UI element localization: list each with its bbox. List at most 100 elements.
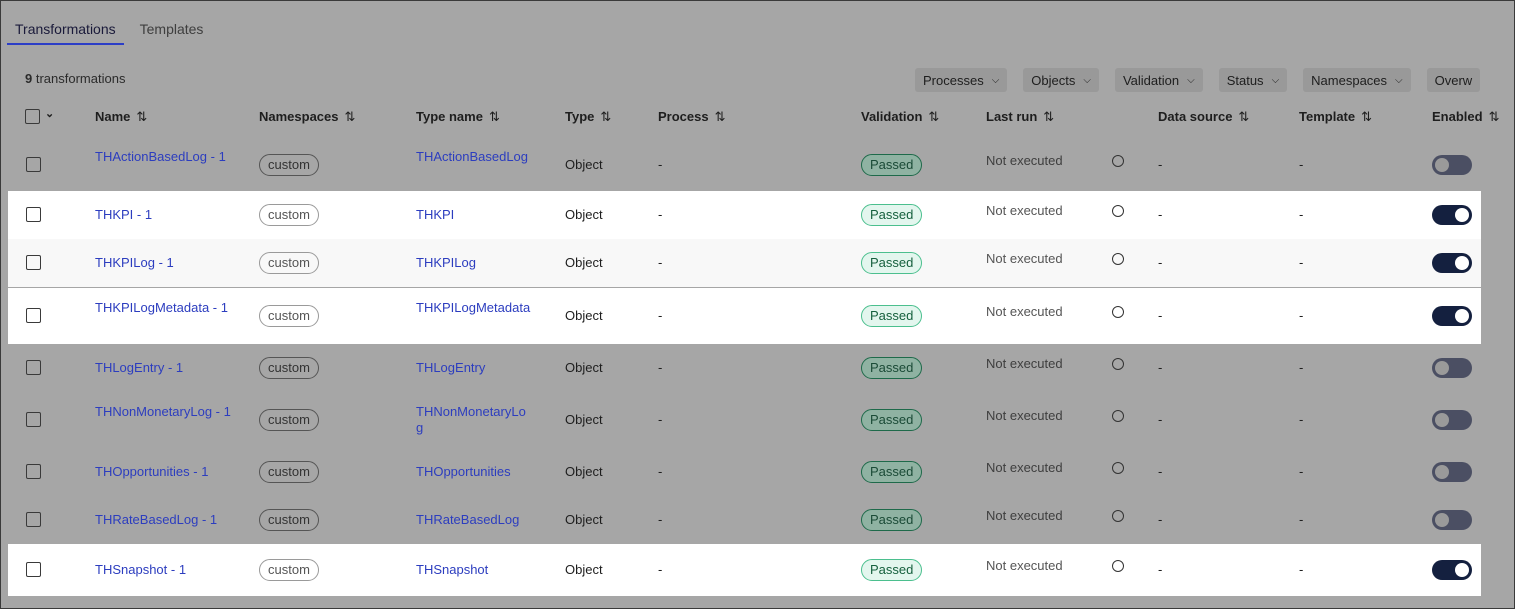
row-template: -: [1299, 562, 1304, 577]
tab-transformations[interactable]: Transformations: [7, 19, 124, 45]
column-header-template[interactable]: Template ⇅: [1299, 109, 1372, 125]
chevron-down-icon: ⌵: [1395, 74, 1403, 86]
header-label: Validation: [861, 109, 923, 124]
table-row[interactable]: THActionBasedLog - 1 custom THActionBasedL…: [1, 140, 1514, 190]
row-checkbox[interactable]: [26, 360, 41, 375]
column-header-data-source[interactable]: Data source ⇅: [1158, 109, 1249, 125]
row-last-run: Not executed: [986, 153, 1063, 168]
row-name-link[interactable]: THActionBasedLog - 1: [95, 149, 235, 165]
row-type: Object: [565, 255, 603, 270]
table-row[interactable]: THKPILog - 1 custom THKPILog Object - Passed N…: [8, 239, 1481, 287]
row-type-name-link[interactable]: THNonMonetaryLog: [416, 404, 531, 436]
filter-label: Validation: [1122, 72, 1180, 88]
table-row[interactable]: THLogEntry - 1 custom THLogEntry Object - Pas…: [1, 344, 1514, 392]
enabled-toggle[interactable]: [1432, 410, 1472, 430]
row-name-link[interactable]: THOpportunities - 1: [95, 464, 208, 480]
status-circle-icon: [1112, 410, 1124, 422]
table-row[interactable]: THRateBasedLog - 1 custom THRateBasedLog Ob…: [1, 496, 1514, 544]
enabled-toggle[interactable]: [1432, 155, 1472, 175]
row-process: -: [658, 512, 663, 527]
row-type-name-link[interactable]: THKPILogMetadata: [416, 300, 531, 316]
row-type-name-link[interactable]: THSnapshot: [416, 562, 488, 578]
row-checkbox[interactable]: [26, 512, 41, 527]
table-row[interactable]: THNonMonetaryLog - 1 custom THNonMonetaryL…: [1, 392, 1514, 448]
header-label: Last run: [986, 109, 1038, 124]
select-menu-chevron-icon[interactable]: ⌄: [45, 107, 54, 120]
enabled-toggle[interactable]: [1432, 306, 1472, 326]
filter-label: Objects: [1031, 72, 1076, 88]
table-row[interactable]: THKPILogMetadata - 1 custom THKPILogMetada…: [8, 288, 1481, 344]
validation-status-badge: Passed: [861, 357, 923, 379]
header-label: Namespaces: [259, 109, 339, 124]
row-checkbox[interactable]: [26, 207, 41, 222]
transformations-page: Transformations Templates 9 transformati…: [0, 0, 1515, 609]
filter-objects[interactable]: Objects ⌵: [1023, 68, 1099, 92]
row-name-link[interactable]: THSnapshot - 1: [95, 562, 186, 578]
row-type: Object: [565, 207, 603, 222]
tab-bar: Transformations Templates: [7, 19, 219, 45]
sort-icon: ⇅: [344, 109, 356, 124]
filter-label: Overw: [1434, 72, 1473, 88]
row-name-link[interactable]: THKPILogMetadata - 1: [95, 300, 235, 316]
row-checkbox[interactable]: [26, 157, 41, 172]
table-row[interactable]: THKPI - 1 custom THKPI Object - Passed Not exe…: [8, 191, 1481, 239]
row-type: Object: [565, 308, 603, 323]
row-template: -: [1299, 512, 1304, 527]
validation-status-badge: Passed: [861, 154, 923, 176]
validation-status-badge: Passed: [861, 559, 923, 581]
enabled-toggle[interactable]: [1432, 560, 1472, 580]
row-name-link[interactable]: THNonMonetaryLog - 1: [95, 404, 235, 420]
column-header-enabled[interactable]: Enabled ⇅: [1432, 109, 1499, 125]
row-name-link[interactable]: THKPI - 1: [95, 207, 152, 223]
column-header-type-name[interactable]: Type name ⇅: [416, 109, 500, 125]
row-last-run: Not executed: [986, 508, 1063, 523]
row-type-name-link[interactable]: THLogEntry: [416, 360, 485, 376]
toggle-knob: [1455, 563, 1469, 577]
filter-overwrite[interactable]: Overw: [1426, 68, 1481, 92]
row-type-name-link[interactable]: THKPI: [416, 207, 454, 223]
enabled-toggle[interactable]: [1432, 253, 1472, 273]
count-label: transformations: [35, 71, 126, 86]
row-checkbox[interactable]: [26, 255, 41, 270]
row-checkbox[interactable]: [26, 412, 41, 427]
row-name-link[interactable]: THLogEntry - 1: [95, 360, 183, 376]
row-process: -: [658, 157, 663, 172]
toggle-knob: [1455, 256, 1469, 270]
filter-validation[interactable]: Validation ⌵: [1114, 68, 1203, 92]
filter-processes[interactable]: Processes ⌵: [915, 68, 1008, 92]
row-type-name-link[interactable]: THActionBasedLog: [416, 149, 531, 165]
row-checkbox[interactable]: [26, 562, 41, 577]
header-label: Type: [565, 109, 595, 124]
row-name-link[interactable]: THKPILog - 1: [95, 255, 174, 271]
tab-templates[interactable]: Templates: [132, 19, 212, 43]
row-checkbox[interactable]: [26, 308, 41, 323]
enabled-toggle[interactable]: [1432, 205, 1472, 225]
header-label: Name: [95, 109, 131, 124]
row-process: -: [658, 464, 663, 479]
filter-status[interactable]: Status ⌵: [1218, 68, 1288, 92]
namespace-badge: custom: [259, 559, 319, 581]
enabled-toggle[interactable]: [1432, 510, 1472, 530]
column-header-type[interactable]: Type ⇅: [565, 109, 611, 125]
status-circle-icon: [1112, 155, 1124, 167]
select-all-checkbox[interactable]: [25, 109, 40, 124]
filter-namespaces[interactable]: Namespaces ⌵: [1303, 68, 1411, 92]
enabled-toggle[interactable]: [1432, 358, 1472, 378]
column-header-validation[interactable]: Validation ⇅: [861, 109, 939, 125]
column-header-last-run[interactable]: Last run ⇅: [986, 109, 1054, 125]
table-row[interactable]: THSnapshot - 1 custom THSnapshot Object - Pas…: [8, 544, 1481, 596]
row-name-link[interactable]: THRateBasedLog - 1: [95, 512, 217, 528]
row-template: -: [1299, 464, 1304, 479]
toggle-knob: [1435, 413, 1449, 427]
row-type-name-link[interactable]: THKPILog: [416, 255, 476, 271]
toggle-knob: [1435, 158, 1449, 172]
column-header-name[interactable]: Name ⇅: [95, 109, 147, 125]
table-row[interactable]: THOpportunities - 1 custom THOpportunities…: [1, 448, 1514, 496]
row-checkbox[interactable]: [26, 464, 41, 479]
column-header-process[interactable]: Process ⇅: [658, 109, 726, 125]
row-template: -: [1299, 308, 1304, 323]
row-type-name-link[interactable]: THOpportunities: [416, 464, 511, 480]
enabled-toggle[interactable]: [1432, 462, 1472, 482]
row-type-name-link[interactable]: THRateBasedLog: [416, 512, 519, 528]
column-header-namespaces[interactable]: Namespaces ⇅: [259, 109, 355, 125]
